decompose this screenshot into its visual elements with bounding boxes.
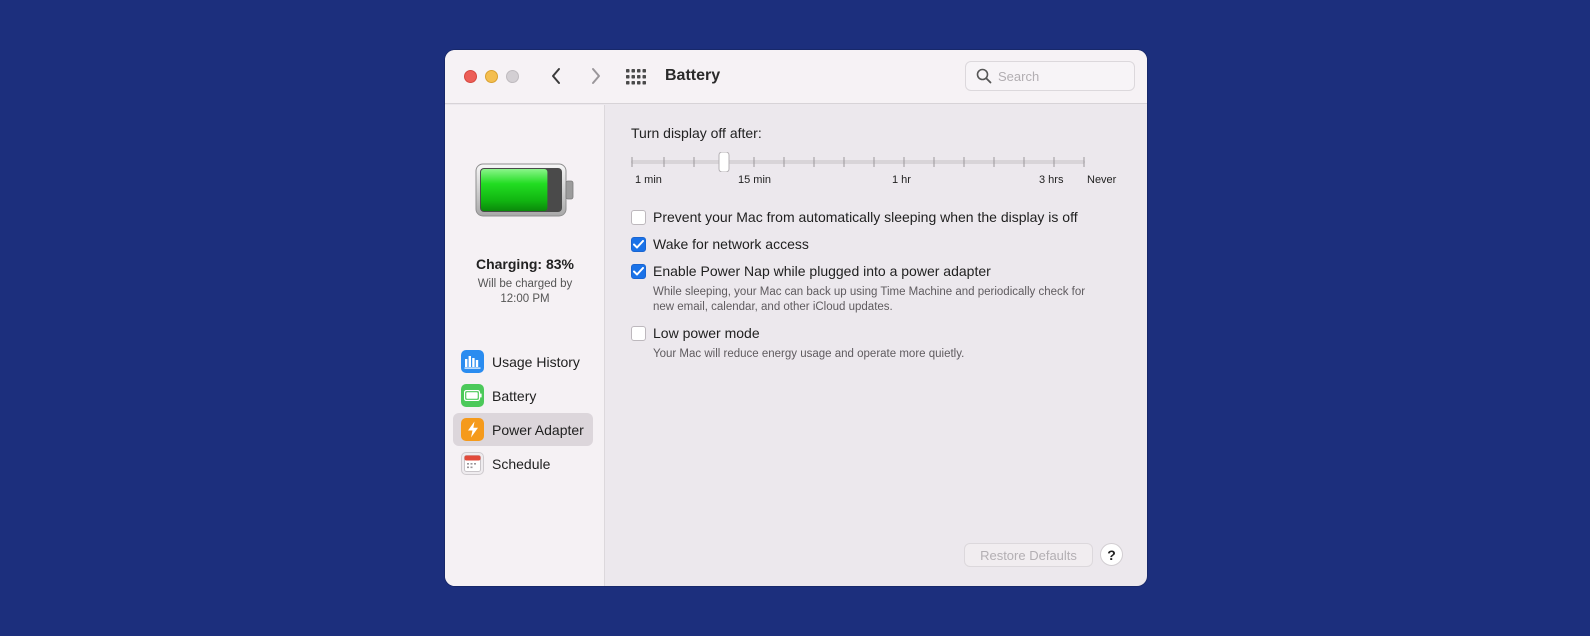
charging-estimate-line2: 12:00 PM [500,293,550,305]
slider-thumb[interactable] [718,152,730,172]
restore-defaults-button[interactable]: Restore Defaults [964,543,1093,567]
preferences-window: Battery Search Charging: 83% Will be cha… [445,50,1147,586]
forward-button[interactable] [584,64,608,88]
zoom-button[interactable] [506,70,519,83]
checkmark-icon [633,266,644,275]
grid-icon [626,69,646,85]
option-low-power[interactable]: Low power mode [631,325,760,341]
low-power-description: Your Mac will reduce energy usage and op… [653,348,965,360]
search-field[interactable] [965,61,1135,91]
checkmark-icon [633,239,644,248]
power-nap-label: Enable Power Nap while plugged into a po… [653,263,991,279]
lightning-bolt-icon [461,418,484,441]
minimize-button[interactable] [485,70,498,83]
power-nap-checkbox[interactable] [631,263,646,279]
tick-label-never: Never [1087,174,1117,186]
bar-chart-icon [461,350,484,373]
prevent-sleep-checkbox[interactable] [631,209,646,225]
show-all-button[interactable] [625,67,647,87]
option-wake-network[interactable]: Wake for network access [631,236,809,252]
tick-label-15-min: 15 min [738,174,772,186]
search-icon [976,68,992,84]
close-button[interactable] [464,70,477,83]
sidebar: Charging: 83% Will be charged by 12:00 P… [445,105,605,586]
power-nap-description-line2: new email, calendar, and other iCloud up… [653,301,893,313]
wake-network-label: Wake for network access [653,236,809,252]
sidebar-item-battery[interactable]: Battery [453,379,593,412]
main-panel: Turn display off after: 1 min 15 min 1 h… [606,105,1147,586]
option-prevent-sleep[interactable]: Prevent your Mac from automatically slee… [631,209,1078,225]
low-power-label: Low power mode [653,325,760,341]
sidebar-item-label: Schedule [492,455,551,472]
sidebar-item-label: Battery [492,387,537,404]
battery-level-icon [475,163,574,217]
chevron-right-icon [592,68,600,84]
display-off-slider[interactable] [631,152,1085,172]
low-power-checkbox[interactable] [631,325,646,341]
display-off-label: Turn display off after: [631,125,762,141]
power-nap-description-line1: While sleeping, your Mac can back up usi… [653,286,1086,298]
tick-label-1-min: 1 min [635,174,662,186]
charging-estimate-line1: Will be charged by [477,278,573,290]
charging-estimate: Will be charged by 12:00 PM [445,277,605,307]
sidebar-item-label: Power Adapter [492,421,584,438]
prevent-sleep-label: Prevent your Mac from automatically slee… [653,209,1078,225]
sidebar-item-power-adapter[interactable]: Power Adapter [453,413,593,446]
title-bar: Battery [445,50,1147,104]
wake-network-checkbox[interactable] [631,236,646,252]
tick-label-1-hr: 1 hr [892,174,911,186]
help-button[interactable]: ? [1100,543,1123,566]
sidebar-item-schedule[interactable]: Schedule [453,447,593,480]
calendar-icon [461,452,484,475]
battery-icon [461,384,484,407]
option-power-nap[interactable]: Enable Power Nap while plugged into a po… [631,263,991,279]
power-nap-description: While sleeping, your Mac can back up usi… [653,285,1123,315]
back-button[interactable] [544,64,568,88]
window-title: Battery [665,67,721,84]
tick-label-3-hrs: 3 hrs [1039,174,1064,186]
chevron-left-icon [552,68,560,84]
sidebar-item-usage-history[interactable]: Usage History [453,345,593,378]
sidebar-item-label: Usage History [492,353,580,370]
search-input[interactable] [998,68,1128,84]
charging-status: Charging: 83% [475,256,574,272]
